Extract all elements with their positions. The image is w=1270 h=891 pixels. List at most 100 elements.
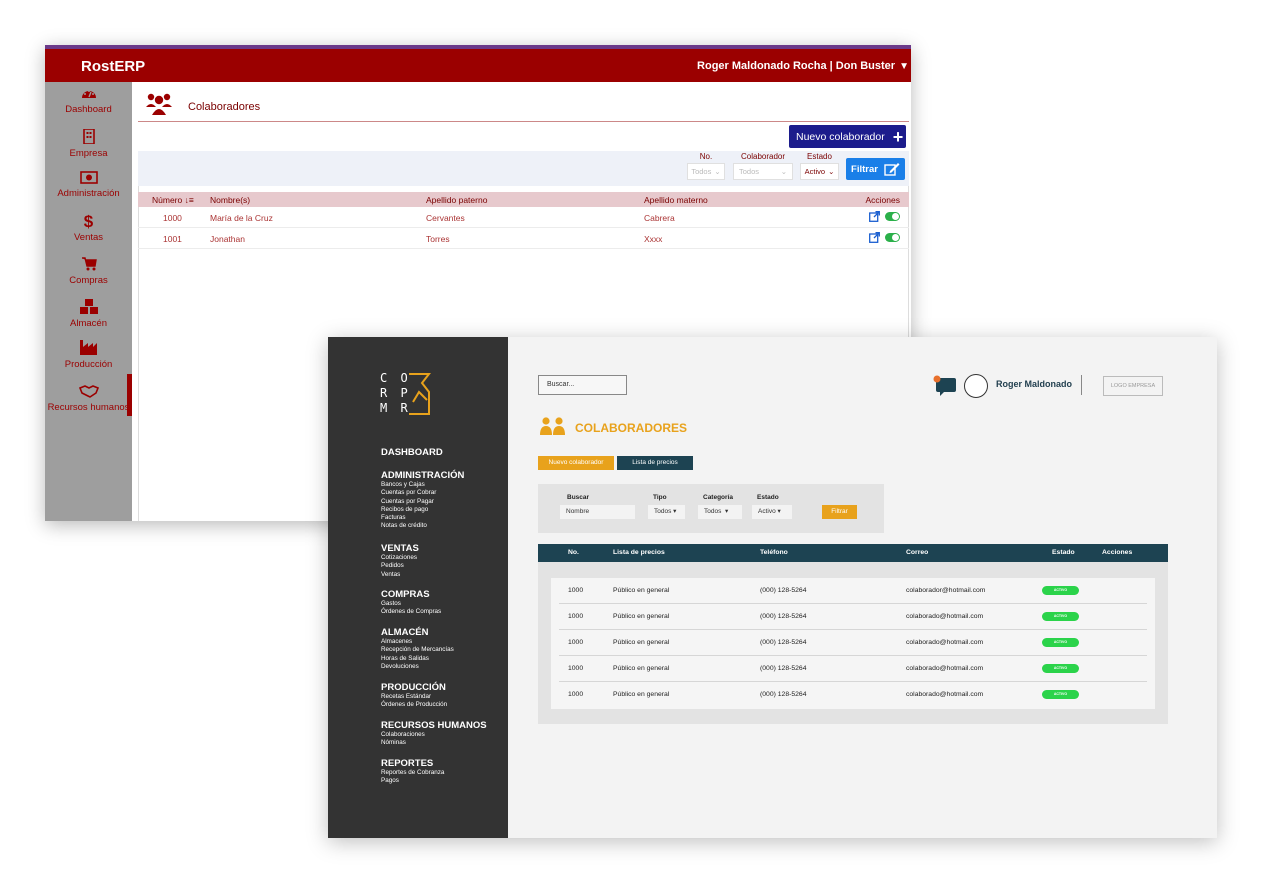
nav-section-title[interactable]: ADMINISTRACIÓN	[381, 470, 464, 481]
table-row[interactable]: 1000 Público en general (000) 128-5264 c…	[559, 630, 1147, 656]
nav-item[interactable]: Órdenes de Producción	[381, 701, 447, 709]
cell-lista: Público en general	[613, 613, 670, 620]
filter-buscar-input[interactable]: Nombre	[560, 505, 635, 519]
nav-section-title[interactable]: COMPRAS	[381, 589, 441, 600]
new-colaborador-button[interactable]: Nuevo colaborador +	[789, 125, 906, 148]
filter-no-value: Todos	[691, 167, 712, 176]
status-badge: ACTIVO	[1042, 664, 1079, 673]
sidebar-item-label: Compras	[69, 275, 108, 286]
filter-colaborador-select[interactable]: Todos ⌄	[733, 163, 793, 180]
avatar[interactable]	[964, 374, 988, 398]
sidebar-item-compras[interactable]: Compras	[45, 257, 132, 286]
status-badge: ACTIVO	[1042, 612, 1079, 621]
filter-tipo-value: Todos	[654, 508, 672, 515]
table-row[interactable]: 1000 Público en general (000) 128-5264 c…	[559, 578, 1147, 604]
nav-section-title[interactable]: PRODUCCIÓN	[381, 682, 447, 693]
filter-button[interactable]: Filtrar	[822, 505, 857, 519]
page-title: COLABORADORES	[575, 421, 688, 435]
nav-item[interactable]: Recibos de pago	[381, 506, 464, 514]
th-paterno: Apellido paterno	[426, 195, 488, 205]
boxes-icon	[45, 299, 132, 317]
sidebar-item-almacen[interactable]: Almacén	[45, 299, 132, 329]
filter-colaborador-label: Colaborador	[740, 152, 786, 161]
chat-icon[interactable]	[933, 375, 957, 396]
filter-estado-select[interactable]: Activo ⌄	[800, 163, 839, 180]
th-no: No.	[568, 549, 579, 556]
nav-item[interactable]: Notas de crédito	[381, 522, 464, 530]
active-toggle[interactable]	[885, 233, 900, 242]
external-link-icon[interactable]	[869, 232, 880, 243]
nav-item[interactable]: Pagos	[381, 777, 444, 785]
corpmr-sidebar: C O R P M R DASHBOARD ADMINISTRACIÓN Ban…	[328, 337, 508, 838]
filter-estado-select[interactable]: Activo ▾	[752, 505, 792, 519]
table-row[interactable]: 1000 Público en general (000) 128-5264 c…	[559, 682, 1147, 708]
nav-item[interactable]: Cotizaciones	[381, 554, 419, 562]
nav-item[interactable]: Ventas	[381, 571, 419, 579]
active-toggle[interactable]	[885, 212, 900, 221]
cell-telefono: (000) 128-5264	[760, 613, 807, 620]
chevron-down-icon: ▾	[777, 508, 781, 515]
th-acciones: Acciones	[865, 195, 901, 205]
nav-section-dashboard[interactable]: DASHBOARD	[381, 447, 443, 458]
nav-item[interactable]: Cuentas por Pagar	[381, 498, 464, 506]
nav-section-title[interactable]: REPORTES	[381, 758, 444, 769]
cell-numero: 1001	[163, 234, 182, 244]
filter-tipo-select[interactable]: Todos ▾	[648, 505, 685, 519]
handshake-icon	[45, 384, 132, 401]
search-input[interactable]: Buscar...	[538, 375, 627, 395]
nav-item[interactable]: Reportes de Cobranza	[381, 769, 444, 777]
cell-no: 1000	[568, 587, 584, 594]
nav-item[interactable]: Bancos y Cajas	[381, 481, 464, 489]
user-name[interactable]: Roger Maldonado	[996, 379, 1072, 389]
user-menu-label: Roger Maldonado Rocha | Don Buster	[697, 60, 896, 72]
filter-no-select[interactable]: Todos ⌄	[687, 163, 725, 180]
nav-item[interactable]: Colaboraciones	[381, 731, 487, 739]
sidebar-item-empresa[interactable]: Empresa	[45, 128, 132, 159]
nav-section-title[interactable]: VENTAS	[381, 543, 419, 554]
table-body: 1000 Público en general (000) 128-5264 c…	[538, 562, 1168, 724]
sidebar-item-produccion[interactable]: Producción	[45, 340, 132, 370]
table-row: 1000 María de la Cruz Cervantes Cabrera	[138, 207, 909, 228]
price-list-button[interactable]: Lista de precios	[617, 456, 693, 470]
th-numero[interactable]: Número ↓≡	[152, 195, 194, 205]
nav-item[interactable]: Órdenes de Compras	[381, 608, 441, 616]
sidebar-item-label: Dashboard	[65, 104, 112, 115]
dollar-icon: $	[83, 212, 94, 231]
filter-estado: Estado Activo ⌄	[800, 152, 839, 180]
external-link-icon[interactable]	[869, 211, 880, 222]
rosterp-brand[interactable]: RostERP	[81, 58, 145, 75]
nav-section-title[interactable]: ALMACÉN	[381, 627, 454, 638]
sidebar-item-administracion[interactable]: Administración	[45, 171, 132, 199]
filter-colaborador: Colaborador Todos ⌄	[733, 152, 793, 180]
filter-categoria-select[interactable]: Todos ▾	[698, 505, 742, 519]
sidebar-item-dashboard[interactable]: Dashboard	[45, 86, 132, 115]
cell-lista: Público en general	[613, 691, 670, 698]
nav-item[interactable]: Pedidos	[381, 562, 419, 570]
cell-telefono: (000) 128-5264	[760, 665, 807, 672]
chevron-down-icon: ⌄	[780, 167, 787, 176]
nav-item[interactable]: Devoluciones	[381, 663, 454, 671]
sidebar-item-recursos-humanos[interactable]: Recursos humanos	[45, 384, 132, 413]
corpmr-logo[interactable]: C O R P M R	[380, 371, 440, 421]
cell-nombre: María de la Cruz	[210, 213, 273, 223]
nav-item[interactable]: Recepción de Mercancías	[381, 646, 454, 654]
chevron-down-icon: ▼	[899, 60, 909, 72]
nav-item[interactable]: Cuentas por Cobrar	[381, 489, 464, 497]
table-row[interactable]: 1000 Público en general (000) 128-5264 c…	[559, 604, 1147, 630]
filter-no: No. Todos ⌄	[687, 152, 725, 180]
table-row[interactable]: 1000 Público en general (000) 128-5264 c…	[559, 656, 1147, 682]
nav-section-title[interactable]: RECURSOS HUMANOS	[381, 720, 487, 731]
nav-item[interactable]: Almacenes	[381, 638, 454, 646]
filter-button[interactable]: Filtrar	[846, 158, 905, 180]
nav-item[interactable]: Facturas	[381, 514, 464, 522]
nav-item[interactable]: Horas de Salidas	[381, 655, 454, 663]
sidebar-item-ventas[interactable]: $ Ventas	[45, 212, 132, 244]
new-colaborador-button[interactable]: Nuevo colaborador	[538, 456, 614, 470]
rosterp-header: RostERP Roger Maldonado Rocha | Don Bust…	[45, 49, 911, 82]
cell-no: 1000	[568, 665, 584, 672]
nav-item[interactable]: Nóminas	[381, 739, 487, 747]
nav-section-almacen: ALMACÉN Almacenes Recepción de Mercancía…	[381, 627, 454, 671]
user-menu[interactable]: Roger Maldonado Rocha | Don Buster ▼	[697, 60, 911, 72]
nav-section-produccion: PRODUCCIÓN Recetas Estándar Órdenes de P…	[381, 682, 447, 710]
page-title: Colaboradores	[188, 101, 261, 113]
